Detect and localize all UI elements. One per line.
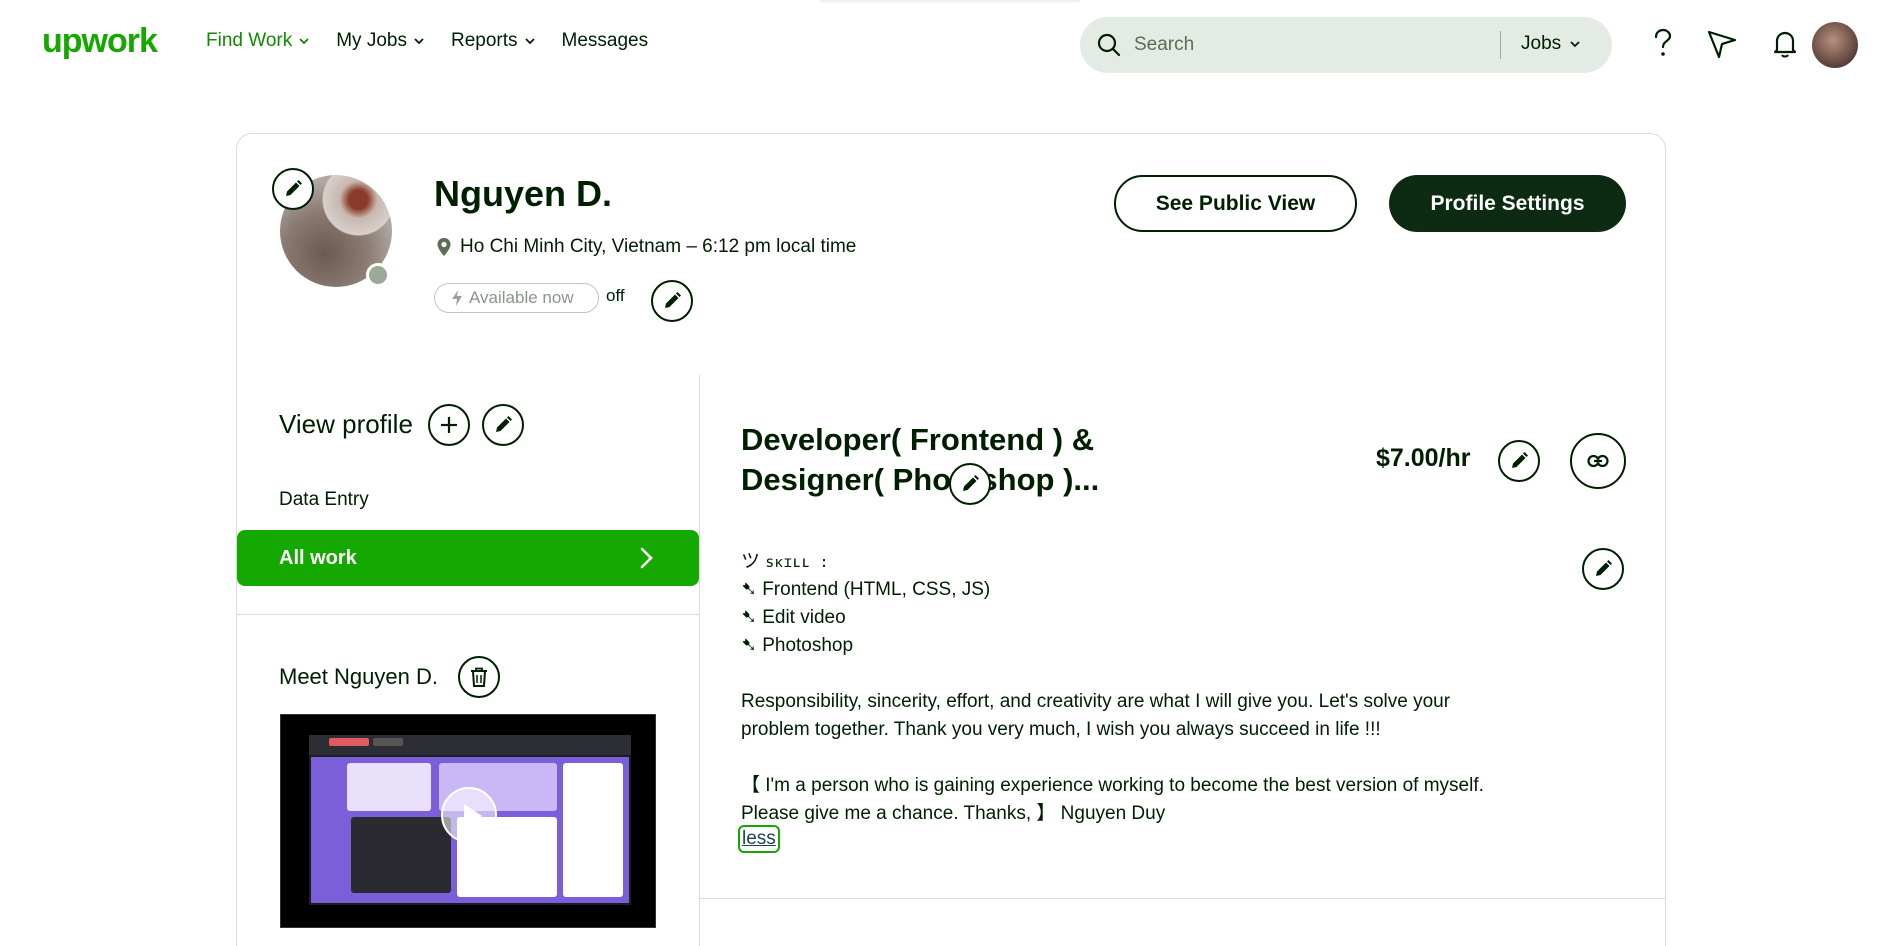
- view-profile-heading: View profile: [279, 409, 413, 439]
- user-avatar[interactable]: [1812, 22, 1858, 68]
- add-profile-button[interactable]: [428, 404, 470, 446]
- intro-video[interactable]: [280, 714, 656, 928]
- profile-overview: ツ sᴋɪʟʟ : ➷ Frontend (HTML, CSS, JS) ➷ E…: [741, 548, 1561, 828]
- edit-overview-button[interactable]: [1582, 548, 1624, 590]
- profile-name: Nguyen D.: [434, 173, 613, 214]
- pencil-icon: [496, 416, 512, 432]
- trash-icon: [471, 667, 487, 687]
- skill-item: ➷ Edit video: [741, 607, 846, 628]
- section-divider: [237, 614, 699, 615]
- search-bar: Jobs: [1080, 17, 1612, 73]
- main-nav: Find Work My Jobs Reports Messages: [206, 30, 674, 52]
- pencil-icon: [286, 180, 302, 196]
- play-icon[interactable]: [441, 787, 497, 843]
- skill-item: ➷ Frontend (HTML, CSS, JS): [741, 579, 991, 600]
- edit-title-button[interactable]: [949, 463, 991, 505]
- chevron-down-icon: [299, 38, 309, 45]
- pencil-icon: [1512, 452, 1528, 468]
- search-divider: [1500, 31, 1501, 59]
- nav-messages[interactable]: Messages: [562, 30, 649, 52]
- chevron-down-icon: [524, 38, 535, 45]
- bell-icon[interactable]: [1768, 26, 1802, 60]
- skill-header-icon: ツ: [741, 551, 761, 572]
- profile-title: Developer( Frontend ) & Designer( Photos…: [741, 422, 1100, 497]
- section-divider: [700, 898, 1666, 899]
- chevron-right-icon: [640, 547, 653, 569]
- less-link[interactable]: less: [738, 825, 780, 853]
- edit-rate-button[interactable]: [1498, 440, 1540, 482]
- see-public-view-button[interactable]: See Public View: [1114, 175, 1357, 232]
- skill-header-text: sᴋɪʟʟ :: [765, 553, 829, 571]
- copy-link-button[interactable]: [1570, 433, 1626, 489]
- help-icon[interactable]: [1645, 26, 1679, 60]
- plus-icon: [441, 417, 457, 433]
- skill-header: ツ sᴋɪʟʟ :: [741, 548, 1561, 576]
- availability-label: Available now: [469, 288, 574, 307]
- skill-item: ➷ Photoshop: [741, 635, 854, 656]
- edit-availability-button[interactable]: [651, 280, 693, 322]
- overview-paragraph: problem together. Thank you very much, I…: [741, 719, 1381, 740]
- profile-settings-button[interactable]: Profile Settings: [1389, 175, 1626, 232]
- status-dot: [366, 263, 390, 287]
- overview-paragraph: 【 I'm a person who is gaining experience…: [741, 775, 1484, 796]
- search-scope-label: Jobs: [1521, 33, 1562, 54]
- delete-video-button[interactable]: [458, 656, 500, 698]
- pencil-icon: [665, 292, 681, 308]
- all-work-item[interactable]: All work: [237, 530, 699, 586]
- top-navbar: upwork Find Work My Jobs Reports Message…: [0, 0, 1897, 88]
- thumbnail-panel: [351, 817, 451, 893]
- lightning-icon: [452, 290, 462, 306]
- location-text: Ho Chi Minh City, Vietnam – 6:12 pm loca…: [460, 236, 857, 257]
- pencil-icon: [963, 475, 979, 491]
- profile-location: Ho Chi Minh City, Vietnam – 6:12 pm loca…: [436, 236, 856, 258]
- thumbnail-tab: [373, 738, 403, 746]
- thumbnail-panel: [347, 763, 431, 811]
- nav-find-work[interactable]: Find Work: [206, 30, 310, 52]
- availability-state: off: [606, 286, 625, 305]
- overview-paragraph: Please give me a chance. Thanks, 】 Nguye…: [741, 803, 1166, 824]
- nav-messages-label: Messages: [561, 30, 649, 51]
- nav-reports-label: Reports: [450, 30, 518, 51]
- pencil-icon: [1596, 560, 1612, 576]
- nav-my-jobs[interactable]: My Jobs: [336, 30, 425, 52]
- link-icon: [1587, 454, 1609, 468]
- nav-find-work-label: Find Work: [206, 30, 293, 51]
- hourly-rate: $7.00/hr: [1376, 444, 1471, 472]
- send-icon[interactable]: [1705, 26, 1739, 60]
- specialized-profile-data-entry[interactable]: Data Entry: [279, 489, 369, 511]
- availability-badge[interactable]: Available now: [434, 283, 599, 313]
- column-divider: [699, 375, 700, 946]
- thumbnail-tab: [329, 738, 369, 746]
- overview-paragraph: Responsibility, sincerity, effort, and c…: [741, 691, 1451, 712]
- location-pin-icon: [437, 238, 451, 256]
- nav-reports[interactable]: Reports: [451, 30, 536, 52]
- search-input[interactable]: [1134, 34, 1494, 56]
- search-scope-dropdown[interactable]: Jobs: [1521, 33, 1581, 55]
- thumbnail-browserbar: [309, 735, 631, 755]
- search-icon[interactable]: [1096, 32, 1122, 58]
- edit-photo-button[interactable]: [272, 168, 314, 210]
- chevron-down-icon: [414, 38, 424, 45]
- thumbnail-panel: [563, 763, 623, 897]
- nav-my-jobs-label: My Jobs: [336, 30, 407, 51]
- all-work-label: All work: [279, 546, 357, 569]
- chevron-down-icon: [1570, 41, 1580, 48]
- upwork-logo[interactable]: upwork: [42, 22, 158, 61]
- edit-profiles-button[interactable]: [482, 404, 524, 446]
- meet-heading: Meet Nguyen D.: [279, 664, 438, 689]
